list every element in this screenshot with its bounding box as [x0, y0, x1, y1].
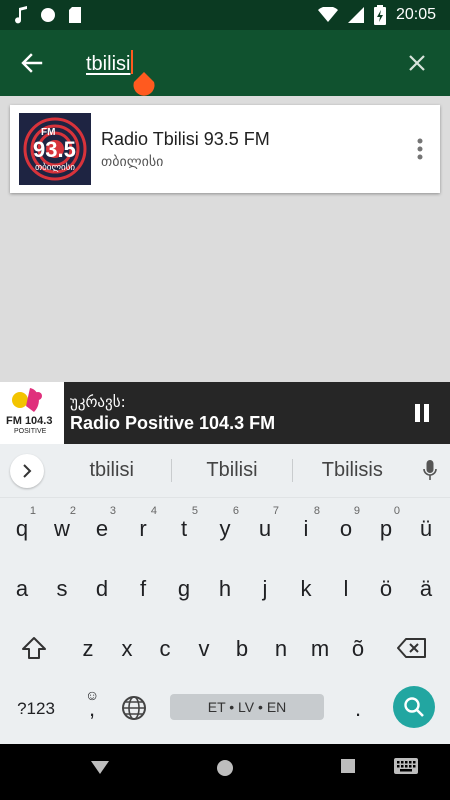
pause-button[interactable] — [394, 382, 450, 444]
results-area: FM 93.5 თბილისი Radio Tbilisi 93.5 FM თბ… — [0, 96, 450, 382]
key-r[interactable]: r4 — [123, 504, 163, 552]
pause-icon — [415, 404, 429, 422]
key-j[interactable]: j — [245, 564, 285, 612]
cursor-handle-icon[interactable] — [133, 71, 155, 98]
period-key[interactable]: . — [338, 684, 378, 732]
battery-charging-icon — [373, 5, 386, 25]
home-nav-button[interactable] — [215, 758, 235, 783]
logo-frequency-text: 93.5 — [33, 137, 76, 162]
suggestion-word[interactable]: tbilisi — [52, 459, 173, 482]
key-i[interactable]: i8 — [286, 504, 326, 552]
emoji-comma-key[interactable]: ☺ , — [72, 684, 112, 732]
suggestion-word[interactable]: Tbilisis — [293, 459, 412, 482]
keyboard-icon — [394, 758, 418, 774]
key-y[interactable]: y6 — [205, 504, 245, 552]
chevron-right-icon — [23, 463, 32, 478]
arrow-back-icon — [21, 53, 43, 73]
station-city: თბილისი — [101, 153, 164, 170]
mic-icon — [423, 459, 437, 480]
keyboard-search-button[interactable] — [393, 686, 435, 728]
key-o-tilde[interactable]: õ — [338, 624, 378, 672]
music-note-icon — [14, 6, 28, 24]
more-options-button[interactable] — [400, 119, 440, 179]
station-logo: FM 93.5 თბილისი — [19, 113, 91, 185]
search-toolbar: tbilisi — [0, 30, 450, 96]
key-p[interactable]: p0 — [366, 504, 406, 552]
key-b[interactable]: b — [222, 624, 262, 672]
key-v[interactable]: v — [184, 624, 224, 672]
recents-square-icon — [341, 759, 355, 773]
shift-icon — [22, 637, 46, 659]
key-m[interactable]: m — [300, 624, 340, 672]
key-g[interactable]: g — [164, 564, 204, 612]
now-playing-station: Radio Positive 104.3 FM — [70, 412, 276, 433]
search-icon — [404, 697, 424, 717]
key-z[interactable]: z — [68, 624, 108, 672]
key-t[interactable]: t5 — [164, 504, 204, 552]
backspace-key[interactable] — [392, 624, 432, 672]
key-o[interactable]: o9 — [326, 504, 366, 552]
navigation-bar — [0, 744, 450, 800]
voice-input-button[interactable] — [412, 453, 448, 489]
key-e[interactable]: e3 — [82, 504, 122, 552]
now-playing-label: უკრავს: — [70, 392, 126, 411]
key-w[interactable]: w2 — [42, 504, 82, 552]
key-q[interactable]: q1 — [2, 504, 42, 552]
result-card[interactable]: FM 93.5 თბილისი Radio Tbilisi 93.5 FM თბ… — [10, 105, 440, 193]
key-l[interactable]: l — [326, 564, 366, 612]
circle-status-icon — [40, 7, 56, 23]
back-button[interactable] — [0, 30, 64, 96]
keyboard-switch-button[interactable] — [394, 758, 418, 781]
key-n[interactable]: n — [261, 624, 301, 672]
search-input-text: tbilisi — [86, 52, 131, 75]
key-s[interactable]: s — [42, 564, 82, 612]
globe-icon — [122, 696, 146, 720]
clock-time: 20:05 — [395, 6, 436, 23]
logo-caption-text: თბილისი — [34, 163, 76, 173]
key-a-umlaut[interactable]: ä — [406, 564, 446, 612]
now-playing-logo: FM 104.3 POSITIVE — [0, 382, 64, 444]
key-o-umlaut[interactable]: ö — [366, 564, 406, 612]
soft-keyboard: tbilisi Tbilisi Tbilisis q1 w2 e3 r4 t5 … — [0, 444, 450, 744]
suggestion-word[interactable]: Tbilisi — [172, 459, 293, 482]
key-d[interactable]: d — [82, 564, 122, 612]
shift-key[interactable] — [14, 624, 54, 672]
keyboard-row-3: z x c v b n m õ — [0, 624, 450, 672]
expand-suggestions-button[interactable] — [10, 453, 44, 488]
search-input[interactable]: tbilisi — [86, 49, 366, 96]
recents-nav-button[interactable] — [340, 758, 356, 779]
back-nav-button[interactable] — [90, 758, 110, 781]
key-u[interactable]: u7 — [245, 504, 285, 552]
player-logo-text: FM 104.3 — [6, 415, 53, 427]
space-key[interactable]: ET • LV • EN — [170, 694, 324, 720]
key-k[interactable]: k — [286, 564, 326, 612]
keyboard-row-1: q1 w2 e3 r4 t5 y6 u7 i8 o9 p0 ü — [0, 504, 450, 552]
key-u-umlaut[interactable]: ü — [406, 504, 446, 552]
signal-icon — [347, 7, 364, 23]
text-cursor — [131, 49, 134, 74]
triangle-down-icon — [91, 761, 109, 774]
status-bar: 20:05 — [0, 0, 450, 30]
backspace-icon — [397, 638, 426, 658]
sd-card-icon — [68, 6, 82, 24]
player-logo-caption: POSITIVE — [14, 428, 47, 435]
now-playing-bar[interactable]: FM 104.3 POSITIVE უკრავს: Radio Positive… — [0, 382, 450, 444]
key-h[interactable]: h — [205, 564, 245, 612]
close-icon — [409, 55, 425, 71]
key-f[interactable]: f — [123, 564, 163, 612]
suggestion-strip: tbilisi Tbilisi Tbilisis — [0, 444, 450, 498]
keyboard-row-2: a s d f g h j k l ö ä — [0, 564, 450, 612]
key-c[interactable]: c — [145, 624, 185, 672]
home-circle-icon — [217, 760, 233, 776]
wifi-icon — [317, 7, 338, 23]
clear-search-button[interactable] — [384, 30, 450, 96]
emoji-icon: ☺ — [85, 687, 100, 703]
key-x[interactable]: x — [107, 624, 147, 672]
key-a[interactable]: a — [2, 564, 42, 612]
more-vert-icon — [417, 138, 423, 160]
symbols-key[interactable]: ?123 — [8, 684, 64, 732]
station-title: Radio Tbilisi 93.5 FM — [101, 128, 270, 149]
language-key[interactable] — [114, 684, 154, 732]
